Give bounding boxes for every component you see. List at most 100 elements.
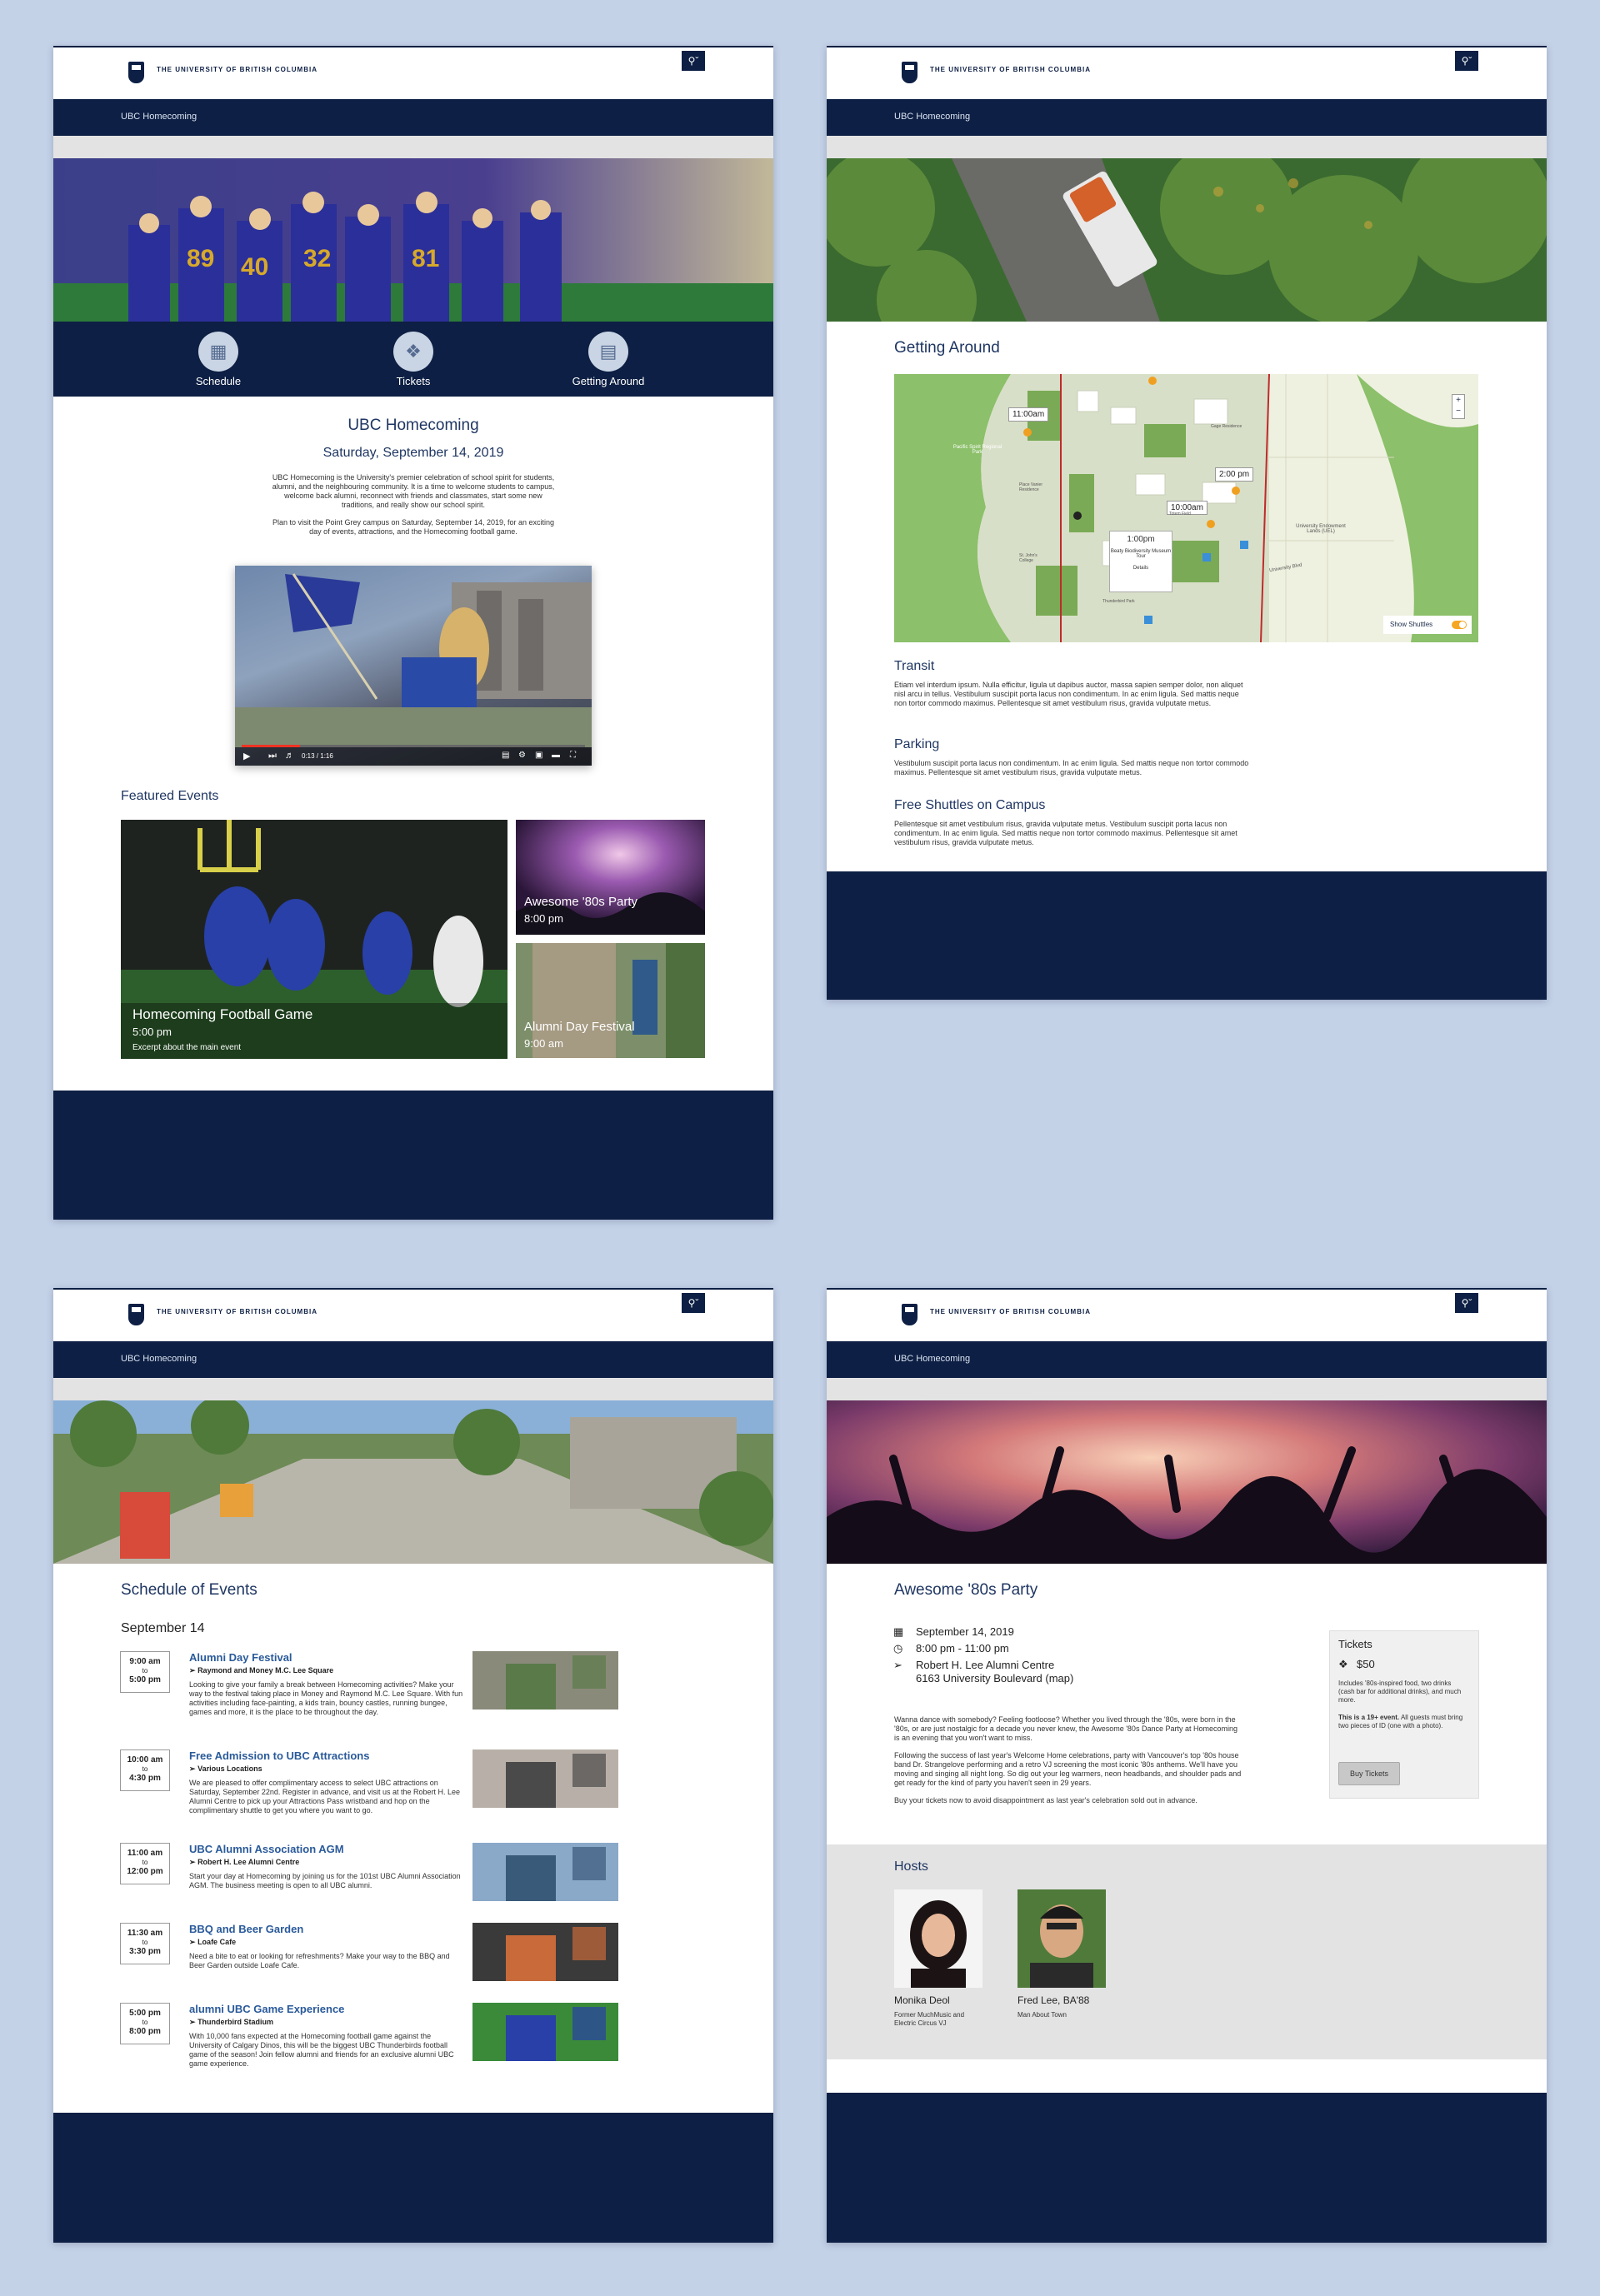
map-place-label: Place Vanier Residence — [1019, 482, 1042, 492]
show-shuttles-toggle[interactable] — [1452, 621, 1467, 629]
event-location: ➢ Raymond and Money M.C. Lee Square — [189, 1666, 333, 1675]
event-end: 4:30 pm — [129, 1774, 161, 1783]
featured-card-football[interactable]: Homecoming Football Game 5:00 pm Excerpt… — [121, 820, 508, 1059]
zoom-out-button[interactable]: − — [1452, 406, 1464, 417]
breadcrumb-strip — [827, 1378, 1547, 1400]
map-popup[interactable]: 1:00pm Beaty Biodiversity Museum Tour De… — [1109, 531, 1172, 592]
location-pin-icon: ➢ — [189, 1938, 196, 1946]
search-icon: ⚲ˇ — [688, 1297, 699, 1309]
page-title: Awesome '80s Party — [894, 1581, 1038, 1599]
site-nav-bar: UBC Homecoming — [53, 99, 773, 136]
featured-card-80s-party[interactable]: Awesome '80s Party 8:00 pm — [516, 820, 705, 935]
show-shuttles-label: Show Shuttles — [1390, 621, 1433, 628]
event-time-box: 9:00 am to 5:00 pm — [120, 1651, 170, 1693]
campus-map[interactable]: 11:00am 2:00 pm 10:00am 1:00pm Beaty Bio… — [894, 374, 1478, 642]
event-thumbnail[interactable] — [472, 1651, 618, 1710]
ubc-crest-logo[interactable] — [128, 1304, 144, 1325]
tickets-box: Tickets ❖ $50 Includes '80s-inspired foo… — [1329, 1630, 1479, 1799]
event-description: With 10,000 fans expected at the Homecom… — [189, 2032, 454, 2068]
volume-icon[interactable]: ♬ — [285, 751, 294, 761]
ubc-crest-logo[interactable] — [902, 1304, 918, 1325]
host-name: Fred Lee, BA'88 — [1018, 1994, 1090, 2006]
fullscreen-icon[interactable]: ⛶ — [570, 751, 576, 760]
calendar-icon: ▦ — [198, 332, 238, 372]
event-title-link[interactable]: Alumni Day Festival — [189, 1651, 292, 1664]
buy-tickets-button[interactable]: Buy Tickets — [1338, 1762, 1400, 1785]
search-button[interactable]: ⚲ˇ — [682, 1293, 705, 1313]
event-time-to: to — [142, 1939, 148, 1946]
site-title-link[interactable]: UBC Homecoming — [894, 112, 970, 122]
event-title-link[interactable]: BBQ and Beer Garden — [189, 1923, 303, 1935]
event-time-box: 5:00 pm to 8:00 pm — [120, 2003, 170, 2044]
search-button[interactable]: ⚲ˇ — [682, 51, 705, 71]
tickets-warning: This is a 19+ event. All guests must bri… — [1338, 1714, 1468, 1730]
event-thumbnail[interactable] — [472, 1749, 618, 1808]
address-text: 6163 University Boulevard — [916, 1672, 1042, 1685]
event-description: Looking to give your family a break betw… — [189, 1680, 463, 1716]
map-place-label: Thunderbird Park — [1102, 599, 1135, 604]
event-thumbnail[interactable] — [472, 1923, 618, 1981]
map-place-label: Totem Field — [1169, 512, 1191, 517]
popup-details-link[interactable]: Details — [1110, 566, 1172, 571]
svg-text:81: 81 — [412, 245, 439, 272]
event-title-link[interactable]: UBC Alumni Association AGM — [189, 1843, 344, 1855]
video-controls: ▶ ⏭ ♬ 0:13 / 1:16 ▤ ⚙ ▣ ▬ ⛶ — [235, 747, 592, 766]
map-link[interactable]: (map) — [1045, 1672, 1073, 1685]
card-title: Alumni Day Festival — [524, 1020, 635, 1034]
location-pin-icon: ➢ — [189, 2018, 196, 2026]
ubc-crest-logo[interactable] — [902, 62, 918, 83]
search-icon: ⚲ˇ — [688, 55, 699, 67]
university-wordmark[interactable]: THE UNIVERSITY OF BRITISH COLUMBIA — [157, 66, 318, 73]
popup-description: Beaty Biodiversity Museum Tour — [1110, 549, 1172, 559]
show-shuttles-control: Show Shuttles — [1383, 616, 1472, 634]
map-pin-label[interactable]: 2:00 pm — [1215, 467, 1254, 482]
event-description: Need a bite to eat or looking for refres… — [189, 1952, 450, 1969]
hero-image-bus-trees — [827, 133, 1547, 350]
getting-around-panel: THE UNIVERSITY OF BRITISH COLUMBIA ⚲ˇ UB… — [827, 46, 1547, 1000]
host-role: Man About Town — [1018, 2011, 1068, 2019]
zoom-in-button[interactable]: + — [1452, 395, 1464, 406]
event-time: 8:00 pm - 11:00 pm — [916, 1642, 1009, 1655]
event-location-text: Various Locations — [198, 1764, 262, 1773]
event-address: 6163 University Boulevard (map) — [916, 1672, 1073, 1685]
ubc-crest-logo[interactable] — [128, 62, 144, 83]
site-title-link[interactable]: UBC Homecoming — [894, 1354, 970, 1364]
site-title-link[interactable]: UBC Homecoming — [121, 1354, 197, 1364]
event-thumbnail[interactable] — [472, 2003, 618, 2061]
map-place-label: Gage Residence — [1211, 424, 1242, 429]
event-title-link[interactable]: Free Admission to UBC Attractions — [189, 1749, 369, 1762]
host-name: Monika Deol — [894, 1994, 950, 2006]
site-nav-bar: UBC Homecoming — [53, 1341, 773, 1378]
miniplayer-icon[interactable]: ▣ — [535, 751, 542, 760]
theater-icon[interactable]: ▬ — [552, 751, 560, 760]
popup-time: 1:00pm — [1127, 535, 1155, 544]
university-wordmark[interactable]: THE UNIVERSITY OF BRITISH COLUMBIA — [930, 66, 1091, 73]
event-end: 8:00 pm — [129, 2027, 161, 2036]
event-title-link[interactable]: alumni UBC Game Experience — [189, 2003, 344, 2015]
event-time-to: to — [142, 1765, 148, 1773]
site-title-link[interactable]: UBC Homecoming — [121, 112, 197, 122]
search-button[interactable]: ⚲ˇ — [1455, 1293, 1478, 1313]
university-wordmark[interactable]: THE UNIVERSITY OF BRITISH COLUMBIA — [157, 1308, 318, 1315]
transit-text: Etiam vel interdum ipsum. Nulla efficitu… — [894, 681, 1243, 707]
event-thumbnail[interactable] — [472, 1843, 618, 1901]
event-location-text: Robert H. Lee Alumni Centre — [198, 1858, 300, 1866]
skip-icon[interactable]: ⏭ — [268, 751, 277, 761]
event-time-box: 10:00 am to 4:30 pm — [120, 1749, 170, 1791]
footer — [827, 2093, 1547, 2243]
event-description: Start your day at Homecoming by joining … — [189, 1872, 461, 1889]
settings-gear-icon[interactable]: ⚙ — [518, 751, 526, 760]
university-wordmark[interactable]: THE UNIVERSITY OF BRITISH COLUMBIA — [930, 1308, 1091, 1315]
video-player[interactable]: ▶ ⏭ ♬ 0:13 / 1:16 ▤ ⚙ ▣ ▬ ⛶ — [235, 566, 592, 766]
event-location: ➢ Loafe Cafe — [189, 1938, 236, 1947]
homepage-panel: THE UNIVERSITY OF BRITISH COLUMBIA ⚲ˇ UB… — [53, 46, 773, 1220]
footer — [827, 871, 1547, 1000]
svg-text:89: 89 — [187, 245, 214, 272]
map-pin-label[interactable]: 11:00am — [1008, 407, 1049, 422]
event-start: 10:00 am — [127, 1755, 163, 1764]
captions-icon[interactable]: ▤ — [502, 751, 509, 760]
featured-card-alumni-festival[interactable]: Alumni Day Festival 9:00 am — [516, 943, 705, 1058]
search-button[interactable]: ⚲ˇ — [1455, 51, 1478, 71]
top-bar: THE UNIVERSITY OF BRITISH COLUMBIA ⚲ˇ — [53, 46, 773, 101]
play-icon[interactable]: ▶ — [243, 751, 250, 761]
